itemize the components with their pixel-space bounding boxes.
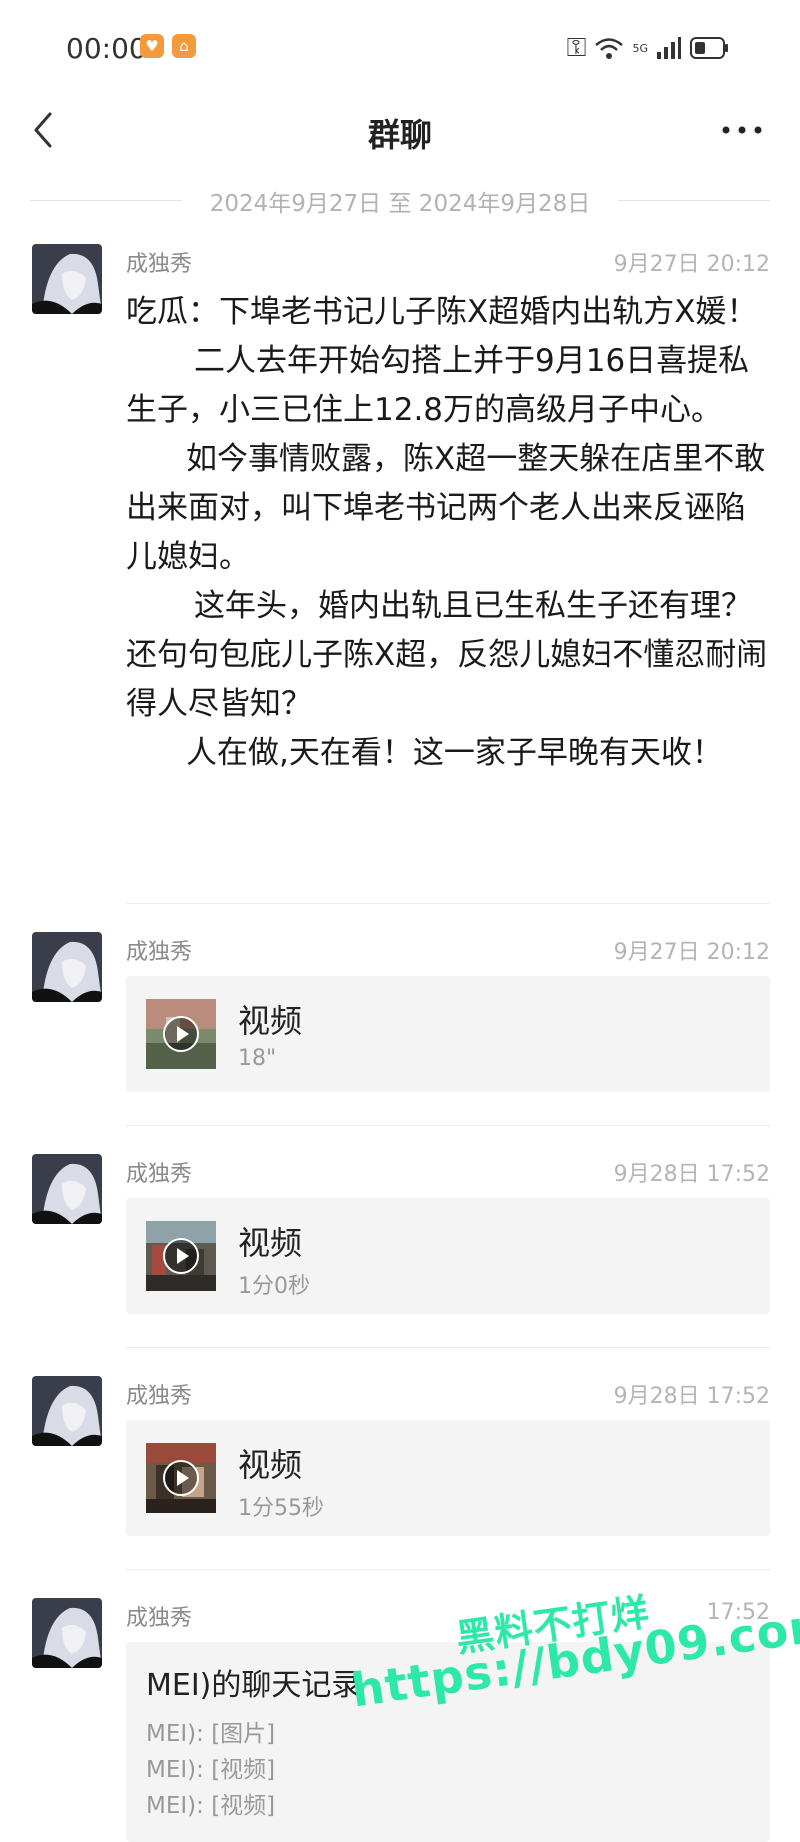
- message-time: 9月27日 20:12: [613, 252, 770, 277]
- sender-name: 成独秀: [126, 1384, 193, 1409]
- message-separator: [126, 1347, 770, 1348]
- system-icons: ⚿ 5G: [567, 30, 730, 66]
- vpn-key-icon: ⚿: [566, 32, 587, 63]
- avatar[interactable]: [32, 932, 102, 1002]
- video-title: 视频: [238, 1224, 303, 1262]
- notification-app-icon-2: ⌂: [172, 34, 196, 58]
- chat-message: 成独秀 9月27日 20:12 视频 18": [32, 932, 770, 1102]
- chat-record-line: MEI): [视频]: [146, 1757, 276, 1783]
- play-icon: [163, 1238, 199, 1274]
- video-thumbnail: [146, 1221, 216, 1291]
- chat-record-title: MEI)的聊天记录: [146, 1668, 362, 1703]
- sender-name: 成独秀: [126, 252, 193, 277]
- battery-icon: [690, 36, 730, 60]
- video-duration: 1分55秒: [238, 1496, 324, 1521]
- video-duration: 1分0秒: [238, 1274, 310, 1299]
- notification-app-icon: ♥: [140, 34, 164, 58]
- message-time: 9月28日 17:52: [613, 1162, 770, 1187]
- video-title: 视频: [238, 1002, 303, 1040]
- network-type-label: 5G: [632, 41, 648, 55]
- chat-message: 成独秀 9月27日 20:12 吃瓜：下埠老书记儿子陈X超婚内出轨方X媛！ 二人…: [32, 244, 770, 884]
- message-text[interactable]: 吃瓜：下埠老书记儿子陈X超婚内出轨方X媛！ 二人去年开始勾搭上并于9月16日喜提…: [126, 288, 770, 778]
- sender-name: 成独秀: [126, 940, 193, 965]
- video-card[interactable]: 视频 1分0秒: [126, 1198, 770, 1314]
- more-options-button[interactable]: [714, 110, 770, 150]
- message-paragraph: 二人去年开始勾搭上并于9月16日喜提私生子，小三已住上12.8万的高级月子中心。: [126, 343, 750, 428]
- chat-record-line: MEI): [图片]: [146, 1721, 276, 1747]
- video-duration: 18": [238, 1046, 277, 1071]
- date-range-label: 2024年9月27日 至 2024年9月28日: [209, 191, 591, 217]
- avatar[interactable]: [32, 244, 102, 314]
- top-nav-bar: 群聊: [0, 96, 800, 164]
- message-paragraph: 人在做,天在看！这一家子早晚有天收！: [186, 735, 723, 771]
- status-time: 00:00: [66, 32, 147, 65]
- chat-message: 成独秀 9月28日 17:52 视频 1分0秒: [32, 1154, 770, 1324]
- video-title: 视频: [238, 1446, 303, 1484]
- message-paragraph: 吃瓜：下埠老书记儿子陈X超婚内出轨方X媛！: [126, 294, 758, 330]
- message-paragraph: 如今事情败露，陈X超一整天躲在店里不敢出来面对，叫下埠老书记两个老人出来反诬陷儿…: [126, 441, 766, 575]
- sender-name: 成独秀: [126, 1606, 193, 1631]
- page-title: 群聊: [367, 116, 432, 154]
- chat-message: 成独秀 9月28日 17:52 视频 1分55秒: [32, 1376, 770, 1546]
- signal-icon: [656, 36, 682, 60]
- sender-name: 成独秀: [126, 1162, 193, 1187]
- message-time: 9月27日 20:12: [613, 940, 770, 965]
- message-time: 9月28日 17:52: [613, 1384, 770, 1409]
- message-separator: [126, 903, 770, 904]
- avatar[interactable]: [32, 1154, 102, 1224]
- play-icon: [163, 1460, 199, 1496]
- wifi-icon: [594, 36, 624, 60]
- video-thumbnail: [146, 999, 216, 1069]
- video-card[interactable]: 视频 18": [126, 976, 770, 1092]
- message-separator: [126, 1125, 770, 1126]
- avatar[interactable]: [32, 1376, 102, 1446]
- message-paragraph: 这年头，婚内出轨且已生私生子还有理？还句句包庇儿子陈X超，反怨儿媳妇不懂忍耐闹得…: [126, 588, 768, 722]
- more-dots-icon: [722, 126, 762, 134]
- date-range-divider: 2024年9月27日 至 2024年9月28日: [30, 184, 770, 220]
- avatar[interactable]: [32, 1598, 102, 1668]
- chat-record-line: MEI): [视频]: [146, 1793, 276, 1819]
- video-thumbnail: [146, 1443, 216, 1513]
- divider-line: [618, 200, 770, 201]
- video-card[interactable]: 视频 1分55秒: [126, 1420, 770, 1536]
- status-bar: 00:00 ♥ ⌂ ⚿ 5G: [0, 0, 800, 96]
- play-icon: [163, 1016, 199, 1052]
- message-separator: [126, 1569, 770, 1570]
